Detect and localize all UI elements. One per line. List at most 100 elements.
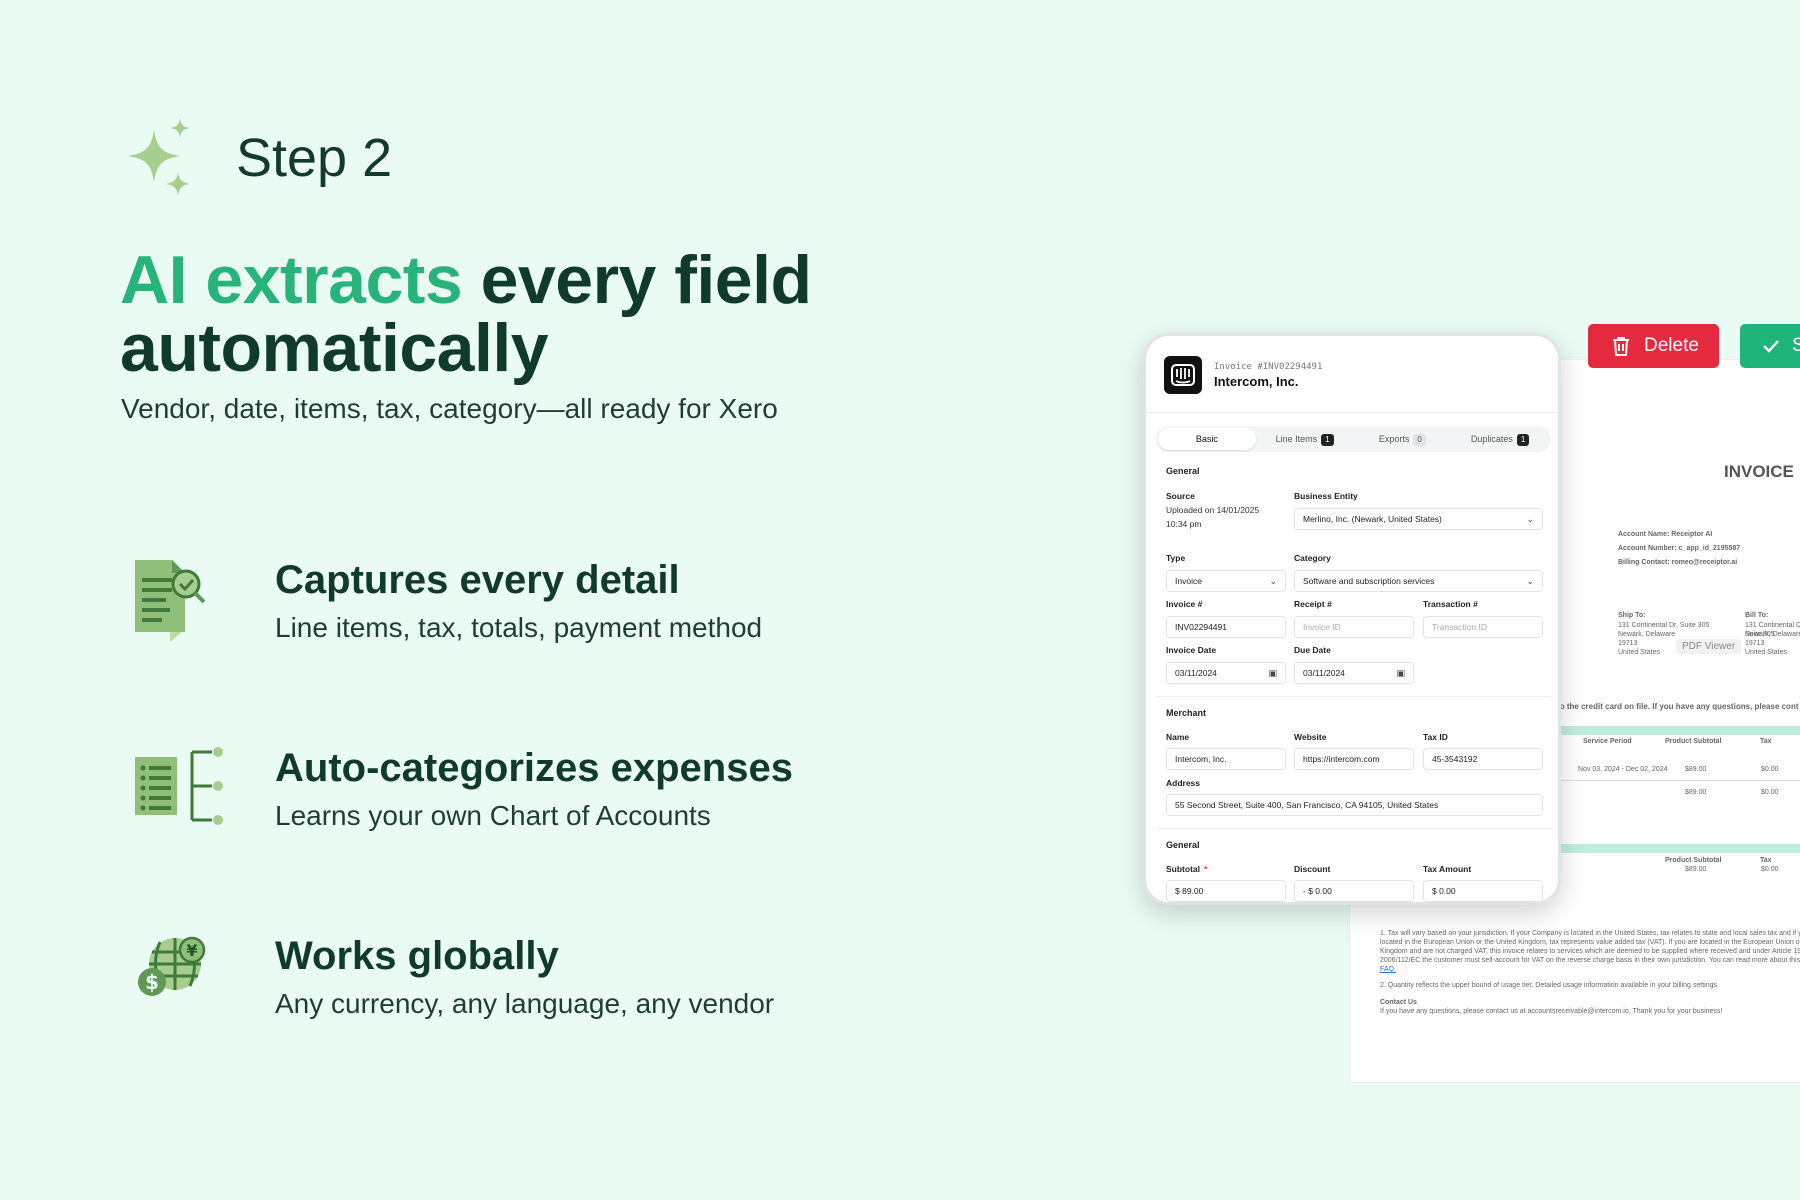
pdf-text: Newark, Delaware bbox=[1618, 631, 1676, 638]
pdf-text: Newark, Delaware bbox=[1745, 631, 1800, 638]
subhead: Vendor, date, items, tax, category—all r… bbox=[121, 393, 778, 424]
due-date-input[interactable]: 03/11/2024 ▣ bbox=[1294, 662, 1414, 684]
tab-duplicates[interactable]: Duplicates 1 bbox=[1451, 428, 1549, 450]
sparkles-icon bbox=[128, 118, 190, 196]
feature-desc: Line items, tax, totals, payment method bbox=[275, 612, 763, 643]
address-label: Address bbox=[1166, 778, 1201, 788]
invoice-date-input[interactable]: 03/11/2024 ▣ bbox=[1166, 662, 1286, 684]
feature-captures: Captures every detail Line items, tax, t… bbox=[130, 556, 850, 666]
select-value: Invoice bbox=[1175, 576, 1202, 586]
feature-categorizes: Auto-categorizes expenses Learns your ow… bbox=[130, 744, 850, 854]
tax-amount-input[interactable]: $ 0.00 bbox=[1423, 880, 1543, 902]
pdf-cell: $0.00 bbox=[1761, 789, 1779, 796]
delete-button[interactable]: Delete bbox=[1588, 324, 1719, 368]
pdf-text: 19713 bbox=[1745, 640, 1765, 647]
receipt-detail-card: Invoice #INV02294491 Intercom, Inc. Basi… bbox=[1143, 333, 1561, 905]
headline-accent: AI extracts bbox=[120, 242, 463, 318]
pdf-cell: $0.00 bbox=[1761, 766, 1779, 773]
chevron-down-icon: ⌄ bbox=[1269, 576, 1277, 586]
pdf-contact-heading: Contact Us bbox=[1380, 999, 1417, 1006]
pdf-text: United States bbox=[1745, 649, 1788, 656]
check-icon bbox=[1763, 340, 1779, 353]
section-merchant: Merchant bbox=[1166, 708, 1207, 718]
intercom-logo bbox=[1164, 356, 1202, 394]
select-value: Merlino, Inc. (Newark, United States) bbox=[1303, 514, 1442, 524]
discount-label: Discount bbox=[1294, 864, 1331, 874]
category-select[interactable]: Software and subscription services ⌄ bbox=[1294, 570, 1543, 592]
tab-count-badge: 1 bbox=[1321, 434, 1334, 446]
pdf-text: 131 Continental Dr, Suite 305 bbox=[1618, 622, 1710, 629]
address-textarea[interactable]: 55 Second Street, Suite 400, San Francis… bbox=[1166, 794, 1543, 816]
headline-rest: every field bbox=[462, 242, 812, 318]
pdf-col-header: Tax bbox=[1760, 857, 1772, 864]
divider bbox=[1146, 412, 1558, 413]
subtotal-label: Subtotal * bbox=[1166, 864, 1207, 874]
delete-button-label: Delete bbox=[1644, 335, 1699, 356]
pdf-note: d to the credit card on file. If you hav… bbox=[1550, 702, 1799, 711]
pdf-account-name: Account Name: Receiptor AI bbox=[1618, 531, 1713, 538]
pdf-col-header: Tax bbox=[1760, 738, 1772, 745]
pdf-table-bar bbox=[1550, 844, 1800, 853]
feature-title: Auto-categorizes expenses bbox=[275, 746, 793, 790]
tab-basic[interactable]: Basic bbox=[1158, 428, 1256, 450]
type-select[interactable]: Invoice ⌄ bbox=[1166, 570, 1286, 592]
pdf-footnote: 1. Tax will vary based on your jurisdict… bbox=[1380, 930, 1800, 937]
pdf-cell: Nov 03, 2024 - Dec 02, 2024 bbox=[1578, 766, 1668, 773]
tab-bar: Basic Line Items 1 Exports 0 Duplicates 1 bbox=[1156, 426, 1551, 452]
invoice-date-label: Invoice Date bbox=[1166, 645, 1217, 655]
section-general: General bbox=[1166, 466, 1200, 476]
merchant-name-input[interactable]: Intercom, Inc. bbox=[1166, 748, 1286, 770]
due-date-label: Due Date bbox=[1294, 645, 1331, 655]
tax-id-input[interactable]: 45-3543192 bbox=[1423, 748, 1543, 770]
tab-line-items[interactable]: Line Items 1 bbox=[1256, 428, 1354, 450]
pdf-footnote: If you have any questions, please contac… bbox=[1380, 1008, 1723, 1015]
pdf-col-header: Product Subtotal bbox=[1665, 738, 1722, 745]
subtotal-input[interactable]: $ 89.00 bbox=[1166, 880, 1286, 902]
subtotal-label-text: Subtotal bbox=[1166, 864, 1200, 874]
pdf-text: United States bbox=[1618, 649, 1661, 656]
tax-amount-label: Tax Amount bbox=[1423, 864, 1472, 874]
tab-label: Duplicates bbox=[1470, 434, 1513, 444]
list-tree-icon bbox=[135, 747, 223, 825]
receipt-number-input[interactable]: Invoice ID bbox=[1294, 616, 1414, 638]
discount-input[interactable]: - $ 0.00 bbox=[1294, 880, 1414, 902]
pdf-text: 19713 bbox=[1618, 640, 1638, 647]
business-entity-select[interactable]: Merlino, Inc. (Newark, United States) ⌄ bbox=[1294, 508, 1543, 530]
tab-exports[interactable]: Exports 0 bbox=[1354, 428, 1452, 450]
date-value: 03/11/2024 bbox=[1303, 668, 1345, 678]
select-value: Software and subscription services bbox=[1303, 576, 1435, 586]
pdf-footnote: Kingdom and are not charged VAT, this in… bbox=[1380, 948, 1800, 955]
pdf-ship-to: Ship To: bbox=[1618, 612, 1646, 619]
section-totals: General bbox=[1166, 840, 1200, 850]
required-asterisk: * bbox=[1204, 864, 1208, 874]
pdf-cell: $89.00 bbox=[1685, 766, 1707, 773]
pdf-col-header: Service Period bbox=[1583, 738, 1632, 745]
step-header: Step 2 bbox=[128, 118, 392, 198]
tab-label: Basic bbox=[1195, 434, 1218, 444]
feature-title: Captures every detail bbox=[275, 558, 680, 602]
category-label: Category bbox=[1294, 553, 1331, 563]
pdf-faq-link[interactable]: FAQ. bbox=[1380, 965, 1396, 974]
save-button[interactable]: S bbox=[1740, 324, 1800, 368]
headline: AI extracts every field automatically bbox=[120, 246, 812, 382]
feature-global: ¥ $ Works globally Any currency, any lan… bbox=[130, 932, 850, 1042]
pdf-viewer-label: PDF Viewer bbox=[1676, 639, 1742, 654]
feature-desc: Learns your own Chart of Accounts bbox=[275, 800, 711, 831]
receipt-number-label: Receipt # bbox=[1294, 599, 1332, 609]
source-label: Source bbox=[1166, 491, 1195, 501]
save-button-label: S bbox=[1792, 335, 1800, 356]
invoice-number-input[interactable]: INV02294491 bbox=[1166, 616, 1286, 638]
trash-icon bbox=[1613, 337, 1629, 356]
card-header: Invoice #INV02294491 Intercom, Inc. bbox=[1164, 356, 1322, 394]
pdf-footnote: located in the European Union or the Uni… bbox=[1380, 939, 1800, 946]
pdf-footnote: 2006/112/EC the customer must self-accou… bbox=[1380, 957, 1800, 964]
tab-count-badge: 1 bbox=[1516, 434, 1530, 446]
transaction-number-input[interactable]: Transaction ID bbox=[1423, 616, 1543, 638]
pdf-col-header: Product Subtotal bbox=[1665, 857, 1722, 864]
pdf-divider bbox=[1550, 780, 1800, 781]
invoice-number: Invoice #INV02294491 bbox=[1214, 361, 1323, 372]
website-input[interactable]: https://intercom.com bbox=[1294, 748, 1414, 770]
pdf-invoice-title: INVOICE bbox=[1724, 462, 1794, 481]
step-title: Step 2 bbox=[236, 128, 393, 188]
chevron-down-icon: ⌄ bbox=[1526, 514, 1534, 524]
